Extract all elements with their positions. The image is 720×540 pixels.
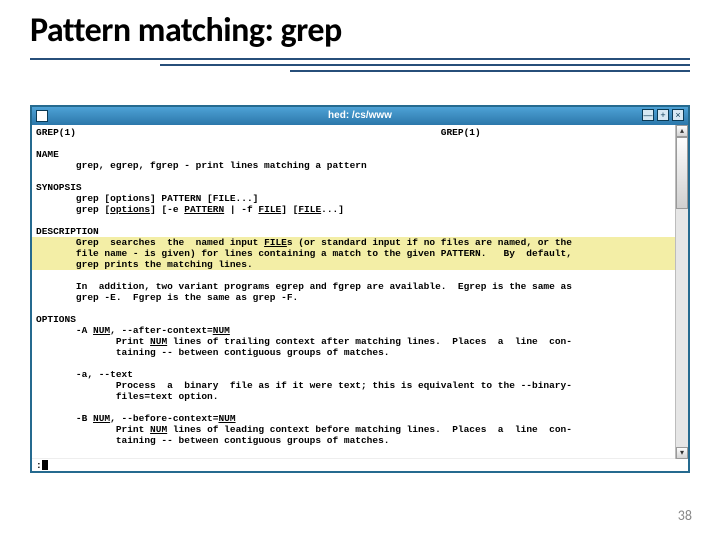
close-button[interactable]: × [672, 109, 684, 121]
slide-title: Pattern matching: grep [30, 10, 342, 51]
manpage-content: GREP(1) GREP(1) NAME grep, egrep, fgrep … [32, 125, 688, 458]
scroll-down-button[interactable]: ▾ [676, 447, 688, 459]
title-underline [30, 58, 690, 76]
cursor [42, 460, 48, 470]
window-titlebar: hed: /cs/www — + × [32, 107, 688, 125]
scroll-thumb[interactable] [676, 137, 688, 209]
scroll-up-button[interactable]: ▴ [676, 125, 688, 137]
window-title: hed: /cs/www [32, 107, 688, 125]
scrollbar[interactable]: ▴ ▾ [675, 125, 688, 459]
maximize-button[interactable]: + [657, 109, 669, 121]
pager-status: : [32, 458, 688, 471]
minimize-button[interactable]: — [642, 109, 654, 121]
slide-number: 38 [678, 507, 692, 524]
terminal-window: hed: /cs/www — + × ▴ ▾ GREP(1) GREP(1) N… [30, 105, 690, 473]
